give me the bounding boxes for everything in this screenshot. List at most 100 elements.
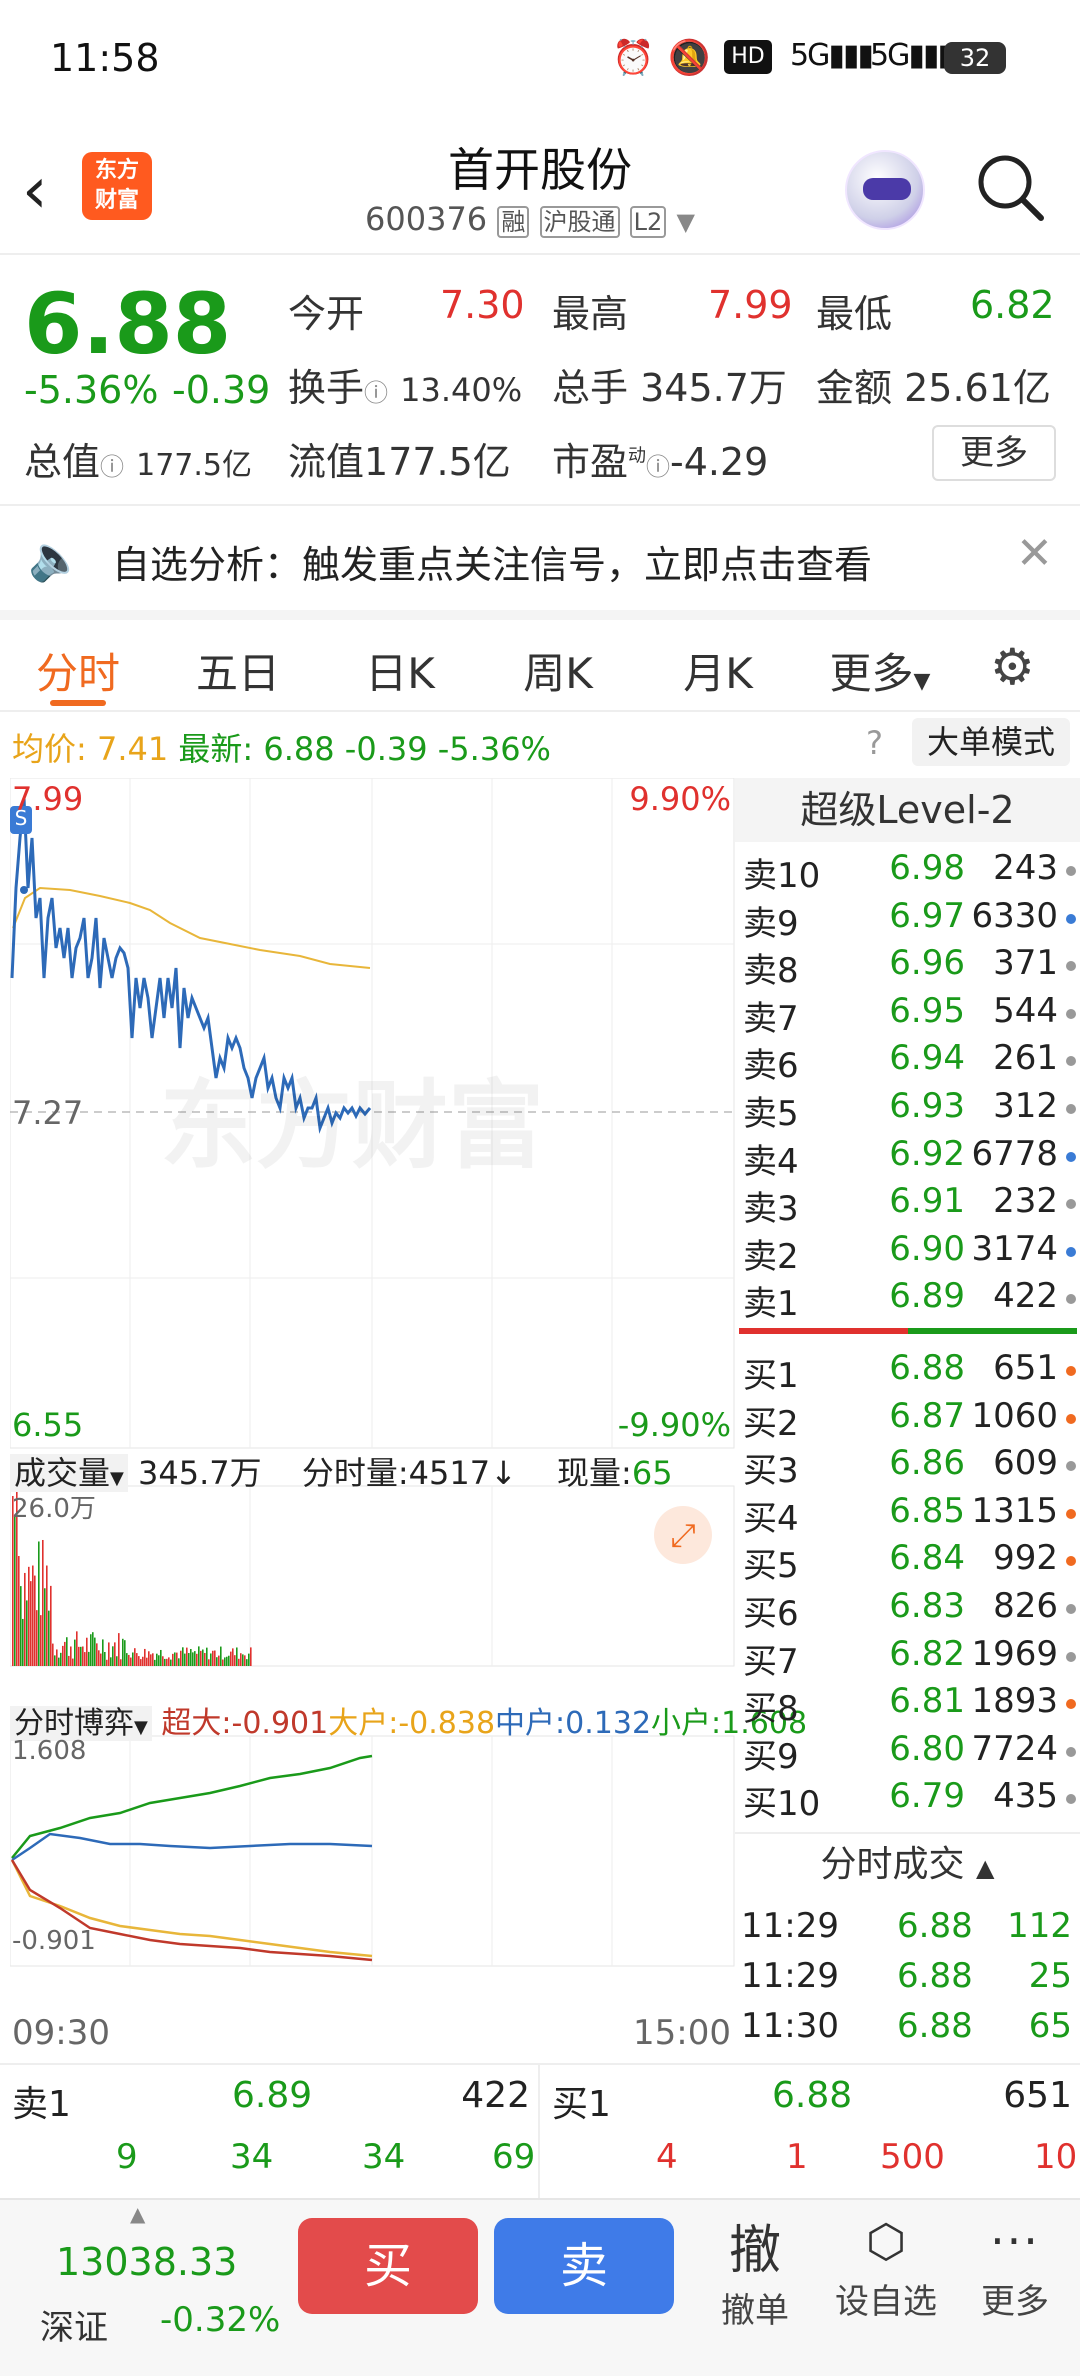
row-volume: 1060 (971, 1395, 1058, 1436)
volume-bar (158, 1655, 160, 1666)
index-name: 深证 (40, 2308, 108, 2348)
tab-fenshi[interactable]: 分时 (8, 640, 148, 701)
amount-label: 金额 (816, 366, 893, 410)
row-volume: 312 (993, 1086, 1058, 1126)
nav-more-button[interactable]: ··· 更多 (960, 2214, 1070, 2323)
tab-monthly-k[interactable]: 月K (648, 640, 788, 701)
volume-bar (234, 1655, 236, 1666)
volume-bar (110, 1657, 112, 1666)
info-icon[interactable]: ⓘ (100, 453, 124, 481)
more-button[interactable]: 更多 (932, 425, 1056, 481)
ask-row[interactable]: 卖3 6.91 232 (735, 1181, 1080, 1229)
stock-code-row[interactable]: 600376 融 沪股通 L2 ▼ (365, 200, 695, 238)
gear-icon[interactable]: ⚙ (990, 638, 1035, 696)
volume-bar (138, 1656, 140, 1666)
volume-bar (182, 1647, 184, 1666)
tab-more[interactable]: 更多▼ (815, 640, 945, 701)
volume-bar (192, 1652, 194, 1666)
trades-title[interactable]: 分时成交 ▲ (735, 1832, 1080, 1898)
row-dot-icon (1066, 1104, 1076, 1114)
row-price: 6.85 (889, 1490, 965, 1531)
ask-row[interactable]: 卖7 6.95 544 (735, 991, 1080, 1039)
volume-bar (108, 1642, 110, 1666)
volume-bar (84, 1652, 86, 1666)
add-watch-button[interactable]: ⬡ 设自选 (826, 2214, 946, 2323)
volume-bar (66, 1637, 68, 1666)
volume-bar (166, 1658, 168, 1666)
info-icon[interactable]: ⓘ (364, 379, 388, 407)
ask-row[interactable]: 卖6 6.94 261 (735, 1038, 1080, 1086)
row-price: 6.92 (889, 1133, 965, 1174)
logo-text-2: 财富 (94, 188, 139, 213)
row-volume: 1969 (971, 1633, 1058, 1674)
ask-row[interactable]: 卖10 6.98 243 (735, 848, 1080, 896)
bottom-nav: ▲ 13038.33 深证 -0.32% 买 卖 撤 撤单 ⬡ 设自选 ··· … (0, 2198, 1080, 2376)
ask-row[interactable]: 卖2 6.90 3174 (735, 1229, 1080, 1277)
ask-num: 9 (116, 2137, 138, 2177)
tab-daily-k[interactable]: 日K (330, 640, 470, 701)
volume-bar (240, 1653, 242, 1666)
index-widget[interactable]: ▲ 13038.33 深证 -0.32% (0, 2200, 280, 2378)
chevron-up-icon: ▲ (130, 2202, 146, 2226)
volume-bar (150, 1654, 152, 1666)
volume-select[interactable]: 成交量▼ (10, 1454, 128, 1492)
ask-row[interactable]: 卖9 6.97 6330 (735, 896, 1080, 944)
tab-weekly-k[interactable]: 周K (488, 640, 628, 701)
bottom-bid-label: 买1 (552, 2084, 611, 2125)
back-icon[interactable]: ‹ (22, 154, 48, 228)
cancel-order-button[interactable]: 撤 撤单 (700, 2208, 810, 2332)
trade-time: 11:29 (741, 1956, 839, 1996)
tab-indicator (50, 700, 106, 706)
row-volume: 6778 (971, 1133, 1058, 1174)
bid-row[interactable]: 买7 6.82 1969 (735, 1634, 1080, 1682)
notice-bar[interactable]: 🔈 自选分析：触发重点关注信号，立即点击查看 ✕ (0, 505, 1080, 610)
volume-bar (80, 1646, 82, 1666)
buy-button[interactable]: 买 (298, 2218, 478, 2314)
info-icon[interactable]: ⓘ (646, 453, 670, 481)
bid-row[interactable]: 买4 6.85 1315 (735, 1491, 1080, 1539)
hd-icon: HD (724, 40, 772, 74)
expand-icon[interactable]: ⤢ (654, 1506, 712, 1564)
level2-title[interactable]: 超级Level-2 (735, 778, 1080, 842)
close-icon[interactable]: ✕ (1016, 528, 1053, 579)
robot-assistant-icon[interactable] (845, 150, 925, 230)
ask-row[interactable]: 卖1 6.89 422 (735, 1276, 1080, 1324)
volume-bar (100, 1653, 102, 1666)
volume-bar (36, 1610, 38, 1666)
bid-row[interactable]: 买9 6.80 7724 (735, 1729, 1080, 1777)
row-dot-icon (1066, 1508, 1076, 1519)
volume-bar (164, 1658, 166, 1666)
sell-button[interactable]: 卖 (494, 2218, 674, 2314)
row-price: 6.89 (889, 1276, 965, 1317)
volume-bar (208, 1659, 210, 1666)
time-start: 09:30 (12, 2013, 110, 2053)
volume-bar (168, 1657, 170, 1666)
bid-row[interactable]: 买8 6.81 1893 (735, 1681, 1080, 1729)
row-price: 6.86 (889, 1443, 965, 1484)
bid-row[interactable]: 买10 6.79 435 (735, 1776, 1080, 1824)
chart-area[interactable]: 东方财富 S 7.99 9.90% 7.27 6.55 -9.90% 成交量▼ … (10, 778, 807, 2063)
volume-bar (32, 1565, 34, 1666)
bid-row[interactable]: 买2 6.87 1060 (735, 1396, 1080, 1444)
row-label: 买4 (743, 1498, 799, 1539)
dots-icon: ··· (990, 2214, 1040, 2268)
ask-row[interactable]: 卖4 6.92 6778 (735, 1134, 1080, 1182)
bid-row[interactable]: 买3 6.86 609 (735, 1443, 1080, 1491)
bid-row[interactable]: 买5 6.84 992 (735, 1538, 1080, 1586)
help-icon[interactable]: ? (866, 724, 883, 762)
row-volume: 1893 (971, 1681, 1058, 1722)
volume-bar (244, 1655, 246, 1666)
tab-5day[interactable]: 五日 (168, 640, 308, 701)
volume-bar (196, 1653, 198, 1666)
big-order-mode-button[interactable]: 大单模式 (912, 718, 1070, 766)
bid-row[interactable]: 买6 6.83 826 (735, 1586, 1080, 1634)
ask-row[interactable]: 卖5 6.93 312 (735, 1086, 1080, 1134)
cancel-icon: 撤 (728, 2221, 781, 2281)
super-label: 超大: (161, 1706, 232, 1741)
watermark: 东方财富 (160, 1070, 544, 1182)
search-icon[interactable] (975, 152, 1044, 221)
ask-row[interactable]: 卖8 6.96 371 (735, 943, 1080, 991)
volume-bar (216, 1657, 218, 1666)
app-logo[interactable]: 东方 财富 (82, 152, 152, 220)
bid-row[interactable]: 买1 6.88 651 (735, 1348, 1080, 1396)
